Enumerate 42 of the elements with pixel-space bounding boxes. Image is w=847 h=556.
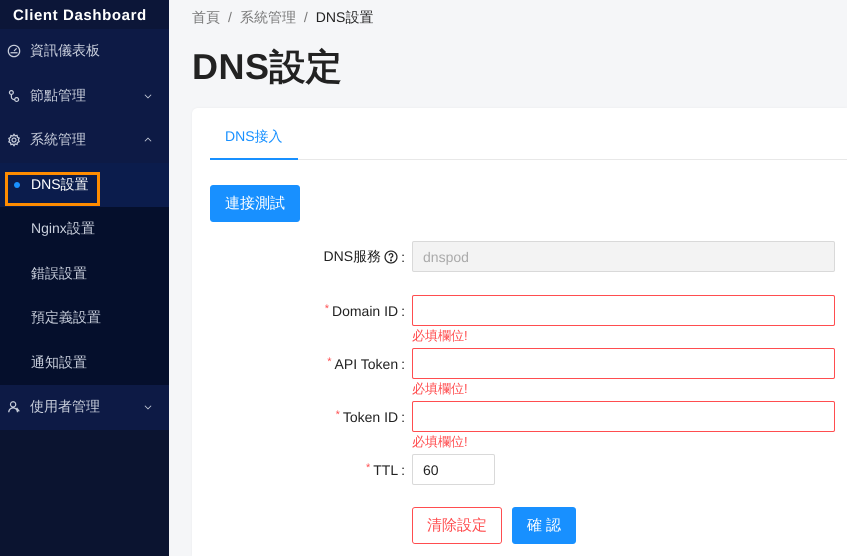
submenu-item[interactable]: DNS設置	[0, 162, 169, 207]
submenu-item[interactable]: 預定義設置	[0, 296, 169, 340]
submenu-item[interactable]: 錯誤設置	[0, 252, 169, 296]
error-message: 必填欄位!	[412, 433, 469, 451]
field-label: Token ID	[342, 408, 398, 424]
sidebar-item[interactable]: 系統管理	[0, 118, 169, 162]
active-dot	[14, 182, 20, 188]
label-colon: :	[401, 248, 405, 264]
page-title: DNS設定	[192, 45, 344, 89]
breadcrumb-link[interactable]: 首頁	[192, 9, 220, 26]
app-title: Client Dashboard	[12, 6, 148, 26]
breadcrumb-separator: /	[304, 9, 308, 26]
field-label: TTL	[373, 462, 398, 478]
breadcrumb-separator: /	[228, 9, 232, 26]
gauge-icon	[7, 44, 21, 58]
required-mark: *	[336, 408, 340, 420]
required-mark: *	[366, 462, 370, 474]
breadcrumb-link[interactable]: 系統管理	[240, 9, 296, 26]
label-colon: :	[401, 462, 405, 478]
field-label: Domain ID	[332, 302, 398, 318]
sidebar-item[interactable]: 節點管理	[0, 74, 169, 118]
sidebar-item[interactable]: 使用者管理	[0, 385, 169, 430]
required-mark: *	[324, 302, 329, 314]
error-message: 必填欄位!	[412, 380, 469, 398]
label-colon: :	[401, 408, 405, 424]
label-colon: :	[401, 302, 405, 318]
submenu-item[interactable]: Nginx設置	[0, 207, 169, 252]
input-field[interactable]: 60	[412, 454, 495, 485]
input-field[interactable]	[412, 401, 835, 432]
submenu-item[interactable]: 通知設置	[0, 340, 169, 385]
label-colon: :	[401, 356, 405, 372]
settings-icon	[7, 133, 21, 148]
field-label: API Token	[334, 356, 398, 372]
error-message: 必填欄位!	[412, 327, 469, 345]
required-mark: *	[327, 356, 332, 368]
user-icon	[7, 400, 21, 414]
input-field[interactable]	[412, 348, 835, 379]
input-field[interactable]	[412, 295, 835, 326]
field-label: DNS服務	[324, 248, 382, 266]
sidebar-item[interactable]: 資訊儀表板	[0, 29, 169, 74]
breadcrumb-current: DNS設置	[316, 9, 374, 26]
nodes-icon	[7, 88, 21, 103]
